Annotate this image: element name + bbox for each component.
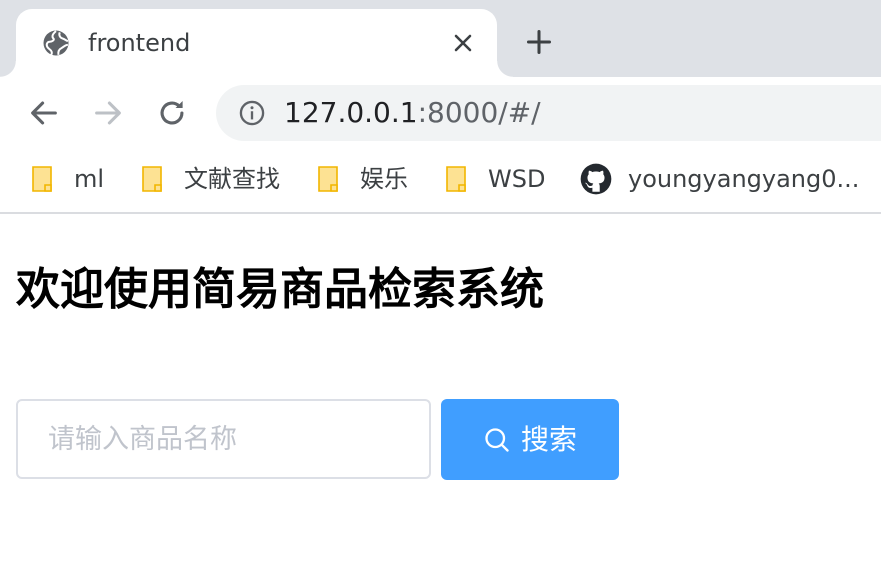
folder-icon [446, 166, 466, 192]
search-button[interactable]: 搜索 [441, 399, 619, 480]
folder-icon [142, 166, 162, 192]
bookmark-ml[interactable]: ml [30, 161, 104, 197]
close-icon[interactable] [451, 31, 475, 55]
search-button-label: 搜索 [520, 422, 577, 456]
globe-icon [43, 30, 69, 56]
info-icon[interactable] [238, 99, 266, 127]
bookmark-label: WSD [488, 165, 546, 193]
browser-toolbar: 127.0.0.1:8000/#/ [0, 77, 881, 149]
bookmark-github[interactable]: youngyangyang0... [580, 161, 859, 197]
bookmark-label: 娱乐 [360, 165, 408, 193]
search-icon [485, 427, 509, 452]
bookmark-entertainment[interactable]: 娱乐 [316, 161, 408, 197]
folder-icon [32, 166, 52, 192]
bookmark-label: youngyangyang0... [628, 165, 860, 193]
url-path: :8000/#/ [417, 96, 541, 129]
tab-title: frontend [88, 29, 191, 57]
url-host: 127.0.0.1 [284, 96, 418, 129]
browser-tab[interactable]: frontend [0, 9, 513, 77]
search-input[interactable] [16, 399, 431, 479]
bookmark-label: 文献查找 [184, 165, 280, 193]
tab-strip: frontend [0, 0, 881, 77]
folder-icon [318, 166, 338, 192]
arrow-forward-icon[interactable] [91, 96, 125, 130]
arrow-back-icon[interactable] [27, 96, 61, 130]
page-title: 欢迎使用简易商品检索系统 [16, 264, 544, 315]
bookmarks-bar: ml 文献查找 娱乐 WSD youngyangyang0... [0, 149, 881, 214]
plus-icon[interactable] [525, 28, 553, 56]
bookmark-literature[interactable]: 文献查找 [140, 161, 280, 197]
bookmark-wsd[interactable]: WSD [444, 161, 545, 197]
reload-icon[interactable] [155, 96, 189, 130]
url-text[interactable]: 127.0.0.1:8000/#/ [284, 96, 541, 130]
bookmark-label: ml [74, 165, 105, 193]
address-bar[interactable]: 127.0.0.1:8000/#/ [216, 85, 881, 141]
github-icon [580, 163, 612, 195]
